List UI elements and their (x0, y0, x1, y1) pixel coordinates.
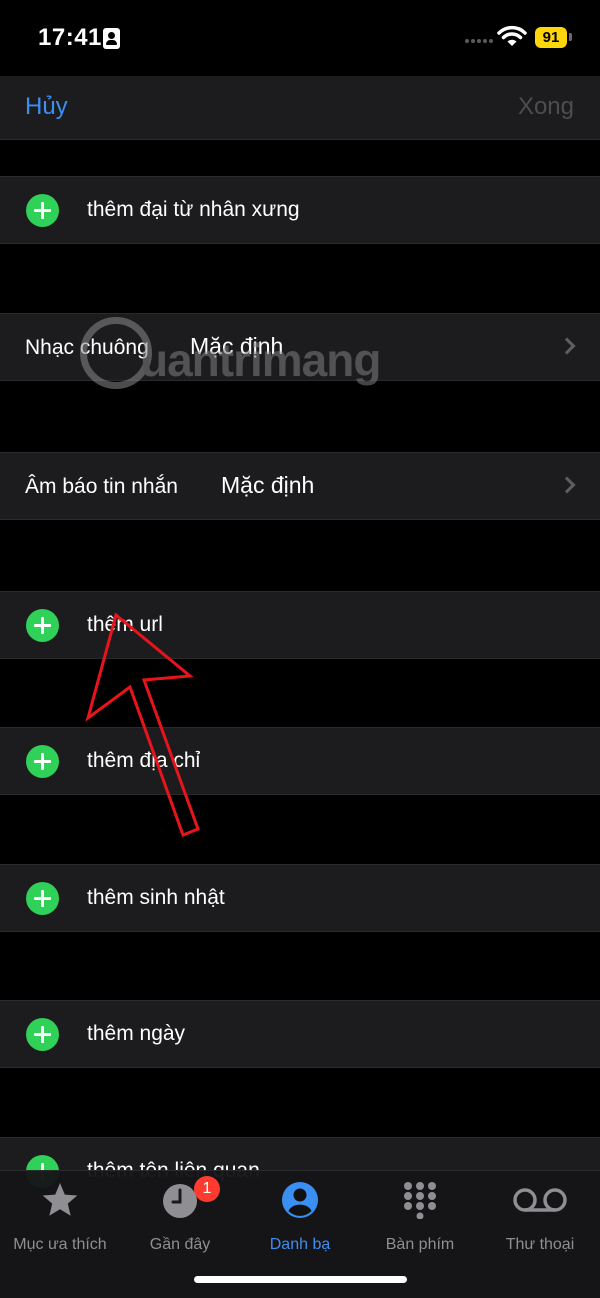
tab-contacts[interactable]: Danh bạ (240, 1181, 360, 1261)
chevron-right-icon (558, 337, 576, 355)
tab-keypad-label: Bàn phím (385, 1236, 455, 1253)
tab-favorites-label: Mục ưa thích (13, 1236, 107, 1253)
tab-keypad[interactable]: Bàn phím (360, 1181, 480, 1261)
ringtone-label: Nhạc chuông (25, 336, 149, 359)
add-url-row[interactable]: thêm url (0, 591, 600, 659)
notification-badge: 1 (194, 1176, 220, 1202)
add-icon[interactable] (26, 1018, 59, 1051)
status-time: 17:41 (38, 24, 102, 51)
voicemail-icon (513, 1188, 567, 1212)
chevron-right-icon (558, 476, 576, 494)
tab-favorites[interactable]: Mục ưa thích (0, 1181, 120, 1261)
wifi-icon (497, 25, 527, 46)
add-birthday-row[interactable]: thêm sinh nhật (0, 864, 600, 932)
add-icon[interactable] (26, 882, 59, 915)
ringtone-row[interactable]: Nhạc chuông Mặc định (0, 313, 600, 381)
add-date-label: thêm ngày (87, 1022, 186, 1045)
text-tone-label: Âm báo tin nhắn (25, 475, 178, 498)
done-button[interactable]: Xong (518, 93, 574, 121)
battery-tip (569, 33, 572, 41)
tab-voicemail[interactable]: Thư thoại (480, 1181, 600, 1261)
text-tone-value: Mặc định (221, 472, 315, 498)
add-pronoun-row[interactable]: thêm đại từ nhân xưng (0, 176, 600, 244)
tab-contacts-label: Danh bạ (269, 1236, 331, 1253)
cellular-signal-icon (465, 39, 493, 45)
cancel-button[interactable]: Hủy (25, 93, 68, 121)
tab-recents-label: Gần đây (149, 1236, 211, 1253)
add-date-row[interactable]: thêm ngày (0, 1000, 600, 1068)
keypad-icon (404, 1182, 436, 1219)
add-address-row[interactable]: thêm địa chỉ (0, 727, 600, 795)
home-indicator (194, 1276, 407, 1283)
add-icon[interactable] (26, 745, 59, 778)
add-birthday-label: thêm sinh nhật (87, 886, 225, 909)
add-icon[interactable] (26, 194, 59, 227)
contact-card-icon (103, 28, 120, 49)
add-pronoun-label: thêm đại từ nhân xưng (87, 198, 300, 221)
star-icon (42, 1183, 78, 1216)
ringtone-value: Mặc định (190, 333, 284, 359)
contact-icon (282, 1182, 318, 1218)
nav-bar: Hủy Xong (0, 76, 600, 140)
add-icon[interactable] (26, 609, 59, 642)
add-url-label: thêm url (87, 613, 163, 636)
add-address-label: thêm địa chỉ (87, 749, 201, 772)
tab-recents[interactable]: 1 Gần đây (120, 1176, 240, 1261)
tab-voicemail-label: Thư thoại (505, 1236, 575, 1253)
text-tone-row[interactable]: Âm báo tin nhắn Mặc định (0, 452, 600, 520)
battery-indicator: 91 (535, 27, 567, 48)
status-bar: 17:41 91 (0, 0, 600, 76)
